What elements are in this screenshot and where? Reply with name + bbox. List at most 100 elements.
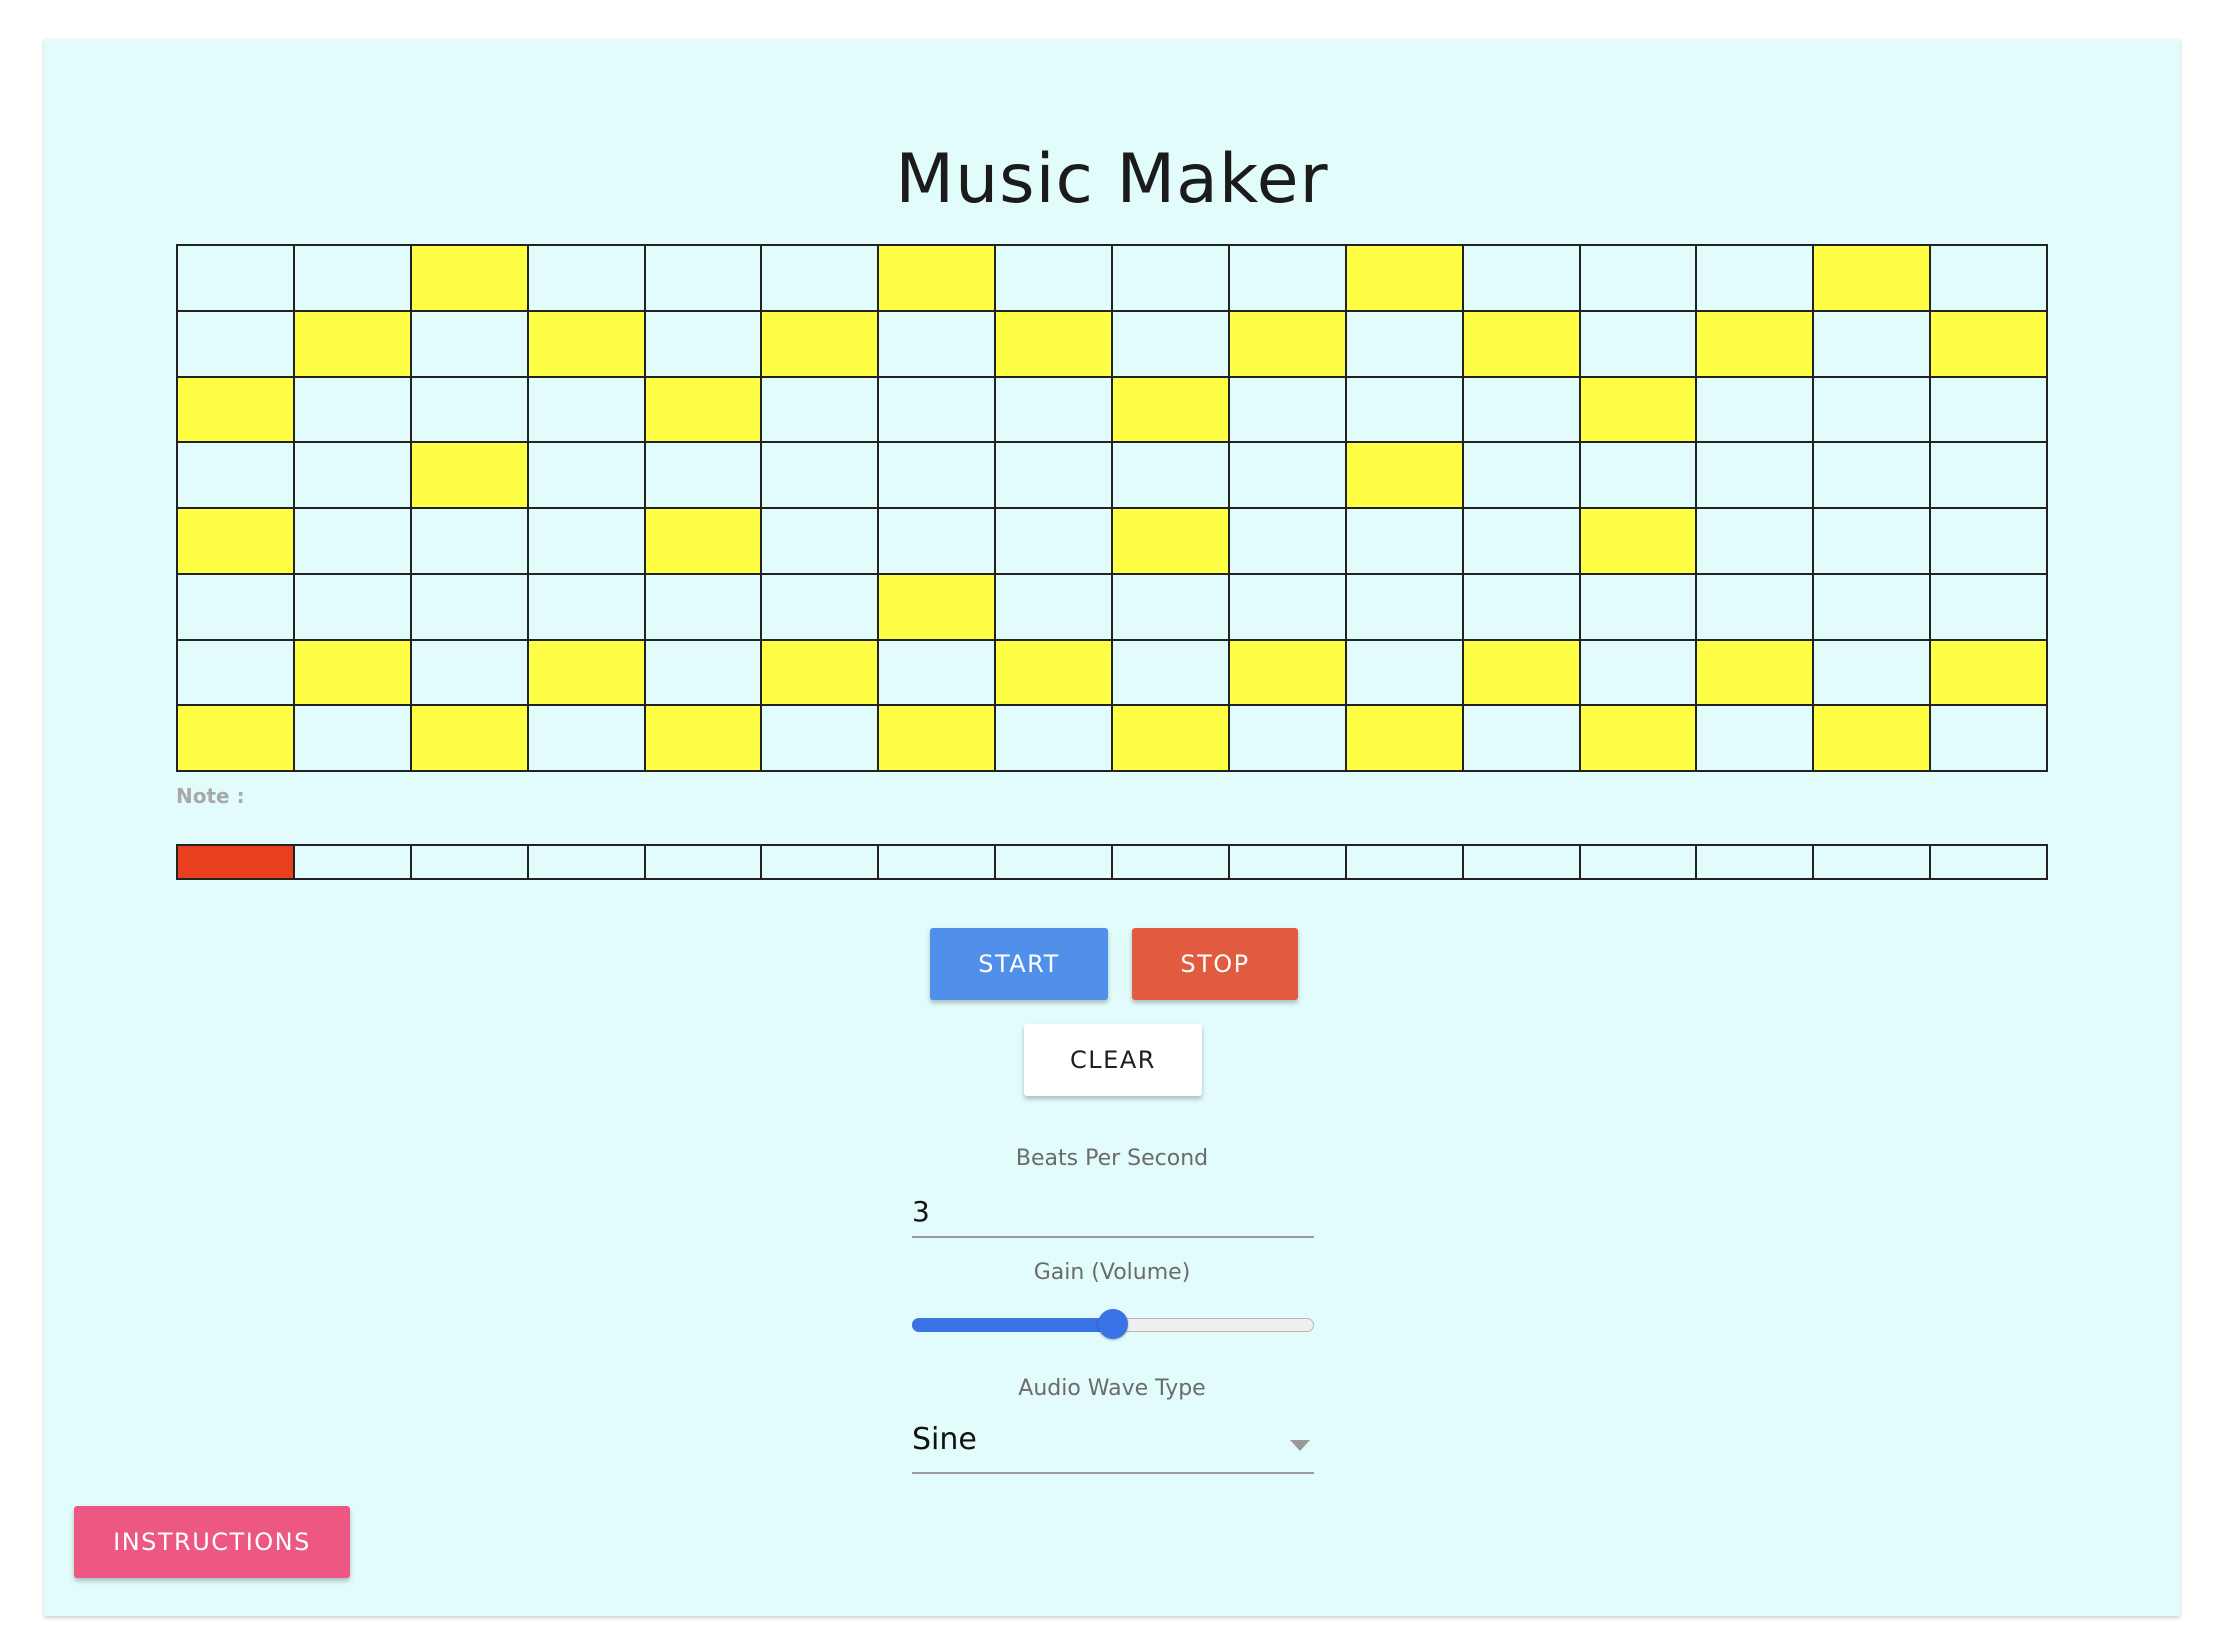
grid-cell[interactable]	[1696, 245, 1814, 311]
grid-cell[interactable]	[1930, 705, 2047, 771]
grid-cell[interactable]	[1462, 508, 1580, 574]
grid-cell[interactable]	[1579, 245, 1697, 311]
grid-cell[interactable]	[1696, 508, 1814, 574]
grid-cell[interactable]	[1228, 442, 1346, 508]
grid-cell[interactable]	[644, 376, 762, 443]
grid-cell[interactable]	[1813, 639, 1931, 706]
grid-cell[interactable]	[527, 442, 645, 508]
grid-cell[interactable]	[1228, 705, 1346, 771]
grid-cell[interactable]	[761, 245, 879, 311]
grid-cell[interactable]	[527, 705, 645, 771]
grid-cell[interactable]	[761, 573, 879, 640]
grid-cell[interactable]	[878, 508, 996, 574]
grid-cell[interactable]	[1345, 573, 1463, 640]
grid-cell[interactable]	[527, 639, 645, 706]
grid-cell[interactable]	[1813, 376, 1931, 443]
grid-cell[interactable]	[644, 508, 762, 574]
grid-cell[interactable]	[1930, 245, 2047, 311]
grid-cell[interactable]	[644, 573, 762, 640]
grid-cell[interactable]	[527, 508, 645, 574]
grid-cell[interactable]	[527, 245, 645, 311]
grid-cell[interactable]	[293, 310, 411, 377]
grid-cell[interactable]	[1112, 573, 1229, 640]
grid-cell[interactable]	[293, 639, 411, 706]
grid-cell[interactable]	[1345, 705, 1463, 771]
grid-cell[interactable]	[293, 573, 411, 640]
grid-cell[interactable]	[1112, 310, 1229, 377]
grid-cell[interactable]	[1112, 245, 1229, 311]
grid-cell[interactable]	[410, 442, 528, 508]
grid-cell[interactable]	[527, 310, 645, 377]
grid-cell[interactable]	[1462, 245, 1580, 311]
stop-button[interactable]: STOP	[1132, 928, 1298, 1000]
grid-cell[interactable]	[1696, 705, 1814, 771]
grid-cell[interactable]	[1579, 639, 1697, 706]
grid-cell[interactable]	[878, 245, 996, 311]
grid-cell[interactable]	[1696, 639, 1814, 706]
grid-cell[interactable]	[1696, 310, 1814, 377]
grid-cell[interactable]	[1345, 376, 1463, 443]
grid-cell[interactable]	[410, 310, 528, 377]
grid-cell[interactable]	[1696, 442, 1814, 508]
grid-cell[interactable]	[1579, 705, 1697, 771]
grid-cell[interactable]	[1462, 573, 1580, 640]
grid-cell[interactable]	[293, 705, 411, 771]
grid-cell[interactable]	[995, 705, 1112, 771]
grid-cell[interactable]	[410, 705, 528, 771]
grid-cell[interactable]	[1228, 245, 1346, 311]
grid-cell[interactable]	[1579, 376, 1697, 443]
grid-cell[interactable]	[644, 639, 762, 706]
grid-cell[interactable]	[1112, 376, 1229, 443]
grid-cell[interactable]	[410, 639, 528, 706]
grid-cell[interactable]	[527, 573, 645, 640]
grid-cell[interactable]	[995, 245, 1112, 311]
grid-cell[interactable]	[1930, 639, 2047, 706]
grid-cell[interactable]	[1228, 310, 1346, 377]
grid-cell[interactable]	[1813, 310, 1931, 377]
grid-cell[interactable]	[761, 442, 879, 508]
grid-cell[interactable]	[1696, 573, 1814, 640]
grid-cell[interactable]	[1228, 573, 1346, 640]
grid-cell[interactable]	[177, 508, 294, 574]
grid-cell[interactable]	[1930, 310, 2047, 377]
instructions-button[interactable]: INSTRUCTIONS	[74, 1506, 350, 1578]
grid-cell[interactable]	[527, 376, 645, 443]
gain-slider-thumb[interactable]	[1098, 1309, 1128, 1339]
grid-cell[interactable]	[1462, 376, 1580, 443]
grid-cell[interactable]	[1112, 442, 1229, 508]
grid-cell[interactable]	[410, 376, 528, 443]
grid-cell[interactable]	[1813, 508, 1931, 574]
grid-cell[interactable]	[1813, 245, 1931, 311]
grid-cell[interactable]	[177, 310, 294, 377]
grid-cell[interactable]	[1930, 508, 2047, 574]
grid-cell[interactable]	[1112, 639, 1229, 706]
clear-button[interactable]: CLEAR	[1024, 1024, 1202, 1096]
grid-cell[interactable]	[1345, 442, 1463, 508]
grid-cell[interactable]	[878, 310, 996, 377]
grid-cell[interactable]	[1462, 310, 1580, 377]
grid-cell[interactable]	[995, 573, 1112, 640]
bps-input[interactable]	[912, 1186, 1314, 1238]
grid-cell[interactable]	[878, 705, 996, 771]
grid-cell[interactable]	[177, 573, 294, 640]
grid-cell[interactable]	[177, 639, 294, 706]
grid-cell[interactable]	[878, 639, 996, 706]
grid-cell[interactable]	[1696, 376, 1814, 443]
grid-cell[interactable]	[644, 310, 762, 377]
grid-cell[interactable]	[761, 508, 879, 574]
grid-cell[interactable]	[1813, 573, 1931, 640]
grid-cell[interactable]	[1112, 705, 1229, 771]
grid-cell[interactable]	[761, 639, 879, 706]
grid-cell[interactable]	[1462, 705, 1580, 771]
grid-cell[interactable]	[1228, 639, 1346, 706]
grid-cell[interactable]	[995, 639, 1112, 706]
grid-cell[interactable]	[1345, 639, 1463, 706]
gain-slider[interactable]	[912, 1309, 1314, 1339]
grid-cell[interactable]	[878, 376, 996, 443]
grid-cell[interactable]	[995, 508, 1112, 574]
start-button[interactable]: START	[930, 928, 1108, 1000]
grid-cell[interactable]	[177, 376, 294, 443]
grid-cell[interactable]	[177, 442, 294, 508]
grid-cell[interactable]	[177, 705, 294, 771]
grid-cell[interactable]	[1579, 573, 1697, 640]
